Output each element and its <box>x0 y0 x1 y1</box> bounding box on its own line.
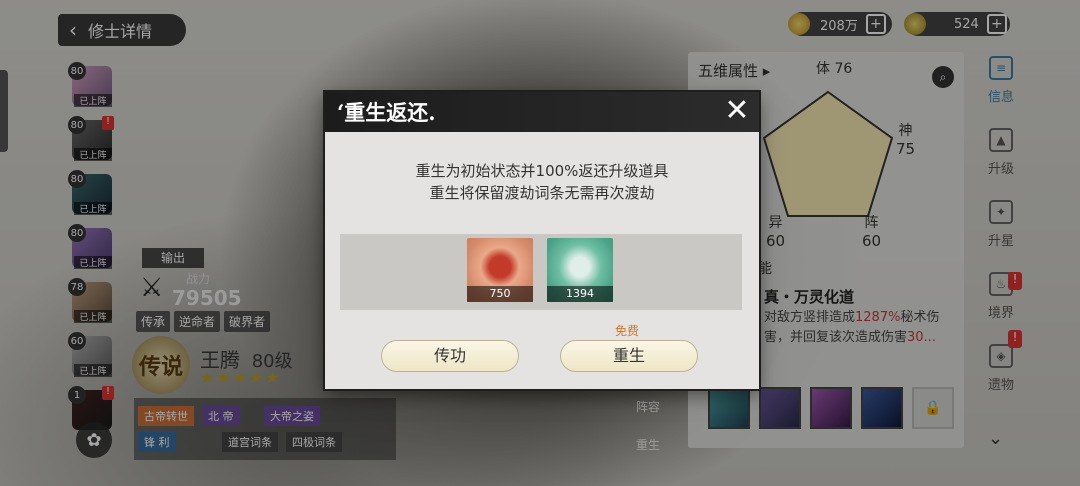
item-quantity: 750 <box>467 286 533 302</box>
rebirth-button[interactable]: 重生 <box>560 340 698 372</box>
red-orb-icon[interactable]: 750 <box>467 238 533 302</box>
dialog-message: 重生为初始状态并100%返还升级道具 重生将保留渡劫词条无需再次渡劫 <box>325 160 759 204</box>
jade-egg-icon[interactable]: 1394 <box>547 238 613 302</box>
close-icon[interactable]: ✕ <box>723 96 751 126</box>
dialog-line: 重生为初始状态并100%返还升级道具 <box>415 162 669 180</box>
reward-items: 750 1394 <box>340 234 742 310</box>
dialog-header: ‘重生返还. <box>325 92 759 132</box>
dialog-line: 重生将保留渡劫词条无需再次渡劫 <box>429 184 655 202</box>
transfer-button[interactable]: 传功 <box>381 340 519 372</box>
item-quantity: 1394 <box>547 286 613 302</box>
free-label: 免费 <box>615 324 640 338</box>
rebirth-dialog: ‘重生返还. ✕ 重生为初始状态并100%返还升级道具 重生将保留渡劫词条无需再… <box>325 92 759 389</box>
dialog-title: ‘重生返还. <box>337 100 436 125</box>
